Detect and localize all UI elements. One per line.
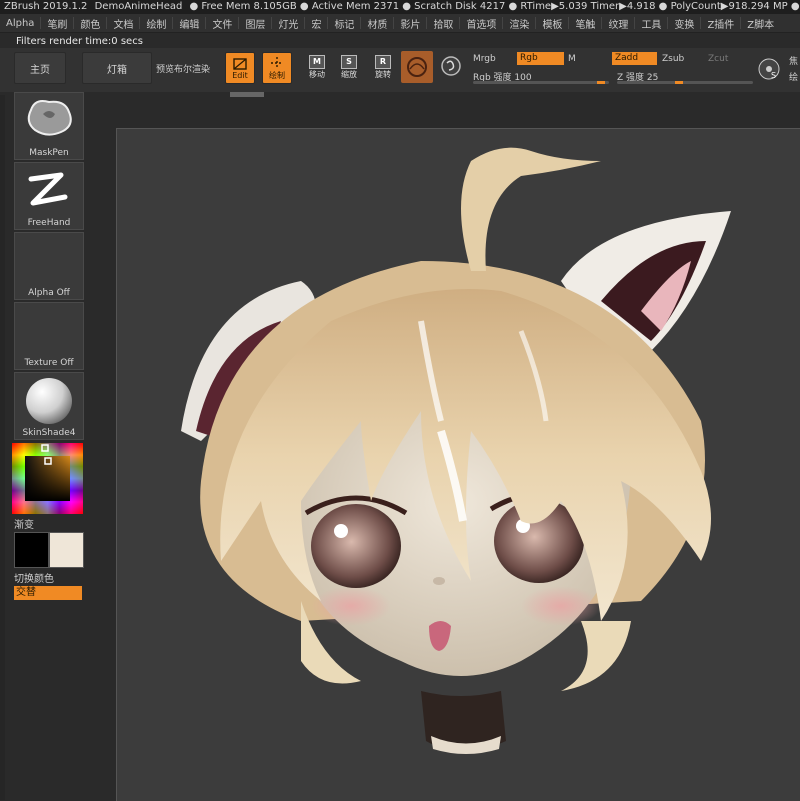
anime-head-model [181, 147, 731, 754]
rotate-button[interactable]: R 旋转 [369, 52, 397, 82]
gizmo-button[interactable] [440, 55, 462, 77]
menu-item[interactable]: 绘制 [140, 16, 172, 31]
freehand-stroke-icon [28, 172, 68, 206]
gradient-label[interactable]: 渐变 [14, 516, 34, 531]
svg-text:S: S [771, 71, 776, 80]
menu-item[interactable]: 首选项 [460, 16, 502, 31]
draw-label: 绘制 [269, 70, 285, 80]
menu-item[interactable]: 模板 [536, 16, 568, 31]
material-sphere-icon [26, 378, 72, 424]
alpha-name: Alpha Off [28, 288, 70, 298]
menu-item[interactable]: 笔刷 [41, 16, 73, 31]
move-icon: M [309, 54, 325, 69]
title-bar: ZBrush 2019.1.2 DemoAnimeHead ● Free Mem… [0, 0, 800, 14]
status-stats: ● Free Mem 8.105GB ● Active Mem 2371 ● S… [189, 1, 800, 12]
menu-item[interactable]: 图层 [239, 16, 271, 31]
menu-item[interactable]: 标记 [328, 16, 360, 31]
z-intensity-track[interactable] [617, 81, 753, 84]
document-name: DemoAnimeHead [94, 1, 183, 12]
menu-item[interactable]: 编辑 [173, 16, 205, 31]
texture-name: Texture Off [24, 358, 74, 368]
rotate-icon: R [375, 54, 391, 69]
menu-item[interactable]: 宏 [305, 16, 327, 31]
sphere-icon [407, 57, 427, 77]
scale-button[interactable]: S 缩放 [335, 52, 363, 82]
mrgb-toggle[interactable]: Mrgb [473, 54, 496, 64]
switch-color-button[interactable]: 切换颜色 [14, 570, 54, 585]
menu-item[interactable]: Z插件 [701, 16, 740, 31]
move-label: 移动 [309, 69, 325, 79]
m-toggle[interactable]: M [568, 54, 576, 64]
menu-item[interactable]: 材质 [361, 16, 393, 31]
lightbox-button[interactable]: 灯箱 [82, 52, 152, 84]
z-intensity-knob[interactable] [675, 81, 683, 84]
menu-item[interactable]: 文件 [206, 16, 238, 31]
primary-color-swatch[interactable] [14, 532, 49, 568]
material-sphere-button[interactable] [401, 51, 433, 83]
rotate-label: 旋转 [375, 69, 391, 79]
menu-item[interactable]: 工具 [635, 16, 667, 31]
menu-item[interactable]: 颜色 [74, 16, 106, 31]
menu-item[interactable]: Alpha [0, 18, 40, 29]
menu-bar: Alpha 笔刷 颜色 文档 绘制 编辑 文件 图层 灯光宏标记 材质 影片 拾取 首选项 渲染 模板 笔触纹… [0, 14, 800, 33]
zcut-toggle[interactable]: Zcut [708, 54, 728, 64]
color-wheel[interactable] [12, 443, 83, 514]
menu-item[interactable]: 灯光 [272, 16, 304, 31]
focal-label: 焦 [789, 57, 799, 67]
brush-name: MaskPen [29, 148, 69, 158]
focal-shift-button[interactable]: S [757, 57, 781, 81]
draw-button[interactable]: 绘制 [262, 52, 292, 84]
alpha-selector[interactable]: Alpha Off [14, 232, 84, 300]
material-selector[interactable]: SkinShade4 [14, 372, 84, 440]
status-line: Filters render time:0 secs [16, 36, 143, 47]
stroke-name: FreeHand [27, 218, 71, 228]
left-tray-handle[interactable] [0, 95, 5, 800]
toolbar-scroll-handle[interactable] [230, 92, 264, 97]
menu-item[interactable]: 文档 [107, 16, 139, 31]
rgb-intensity-track[interactable] [473, 81, 609, 84]
scale-label: 缩放 [341, 69, 357, 79]
brush-selector[interactable]: MaskPen [14, 92, 84, 160]
zadd-toggle[interactable]: Zadd [612, 52, 657, 65]
edit-button[interactable]: Edit [225, 52, 255, 84]
maskpen-icon [27, 100, 72, 136]
menu-item[interactable]: 变换 [668, 16, 700, 31]
menu-item[interactable]: 影片 [394, 16, 426, 31]
menu-item[interactable]: 渲染 [503, 16, 535, 31]
rgb-toggle[interactable]: Rgb [517, 52, 564, 65]
menu-item[interactable]: 笔触 [569, 16, 601, 31]
stroke-selector[interactable]: FreeHand [14, 162, 84, 230]
edit-label: Edit [232, 70, 248, 80]
menu-item[interactable]: 纹理 [602, 16, 634, 31]
draw-size-label: 绘 [789, 73, 799, 83]
move-button[interactable]: M 移动 [303, 52, 331, 82]
ahoge [461, 147, 601, 271]
app-title: ZBrush 2019.1.2 [4, 1, 88, 12]
home-button[interactable]: 主页 [14, 52, 66, 84]
rgb-intensity-knob[interactable] [597, 81, 605, 84]
left-eye [311, 504, 401, 588]
gizmo-icon [441, 56, 461, 76]
zsub-toggle[interactable]: Zsub [662, 54, 684, 64]
top-toolbar: 主页 灯箱 预览布尔渲染 Edit 绘制 M 移动 S 缩放 R 旋转 Mrgb… [0, 48, 800, 92]
edit-icon [233, 57, 247, 70]
menu-item[interactable]: 拾取 [427, 16, 459, 31]
secondary-color-swatch[interactable] [49, 532, 84, 568]
draw-icon [271, 56, 283, 69]
scale-icon: S [341, 54, 357, 69]
preview-bool-render-button[interactable]: 预览布尔渲染 [156, 62, 210, 75]
color-picker[interactable] [12, 443, 83, 514]
material-name: SkinShade4 [22, 428, 76, 438]
document-canvas[interactable] [116, 128, 800, 801]
alternate-button[interactable]: 交替 [14, 586, 82, 600]
menu-item[interactable]: Z脚本 [741, 16, 780, 31]
texture-selector[interactable]: Texture Off [14, 302, 84, 370]
focal-shift-icon: S [758, 58, 780, 80]
